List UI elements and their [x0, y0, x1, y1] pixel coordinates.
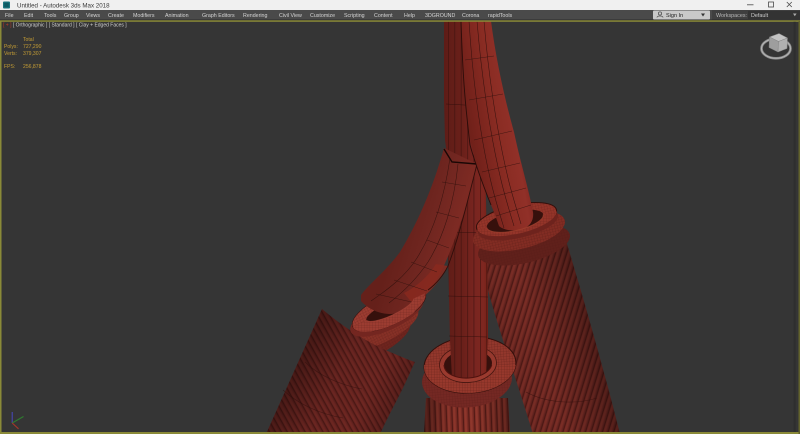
svg-text:Group: Group — [64, 13, 79, 19]
svg-text:Workspaces:: Workspaces: — [716, 13, 747, 19]
svg-text:Create: Create — [108, 13, 124, 19]
svg-text:Graph Editors: Graph Editors — [202, 13, 235, 19]
svg-text:Corona: Corona — [462, 13, 479, 19]
svg-text:Verts:: Verts: — [4, 51, 17, 57]
svg-text:379,307: 379,307 — [23, 51, 42, 57]
svg-text:Default: Default — [751, 13, 769, 19]
svg-text:Views: Views — [86, 13, 100, 19]
svg-text:Scripting: Scripting — [344, 13, 365, 19]
svg-text:Polys:: Polys: — [4, 44, 18, 50]
svg-text:Modifiers: Modifiers — [133, 13, 155, 19]
svg-text:Tools: Tools — [44, 13, 57, 19]
svg-text:Content: Content — [374, 13, 393, 19]
svg-text:[ + ] [ Orthographic ] [ Stand: [ + ] [ Orthographic ] [ Standard ] [ Cl… — [3, 23, 127, 29]
svg-text:Rendering: Rendering — [243, 13, 267, 19]
svg-text:FPS:: FPS: — [4, 64, 15, 70]
svg-text:Animation: Animation — [165, 13, 189, 19]
svg-text:Untitled - Autodesk 3ds Max 20: Untitled - Autodesk 3ds Max 2018 — [17, 3, 110, 10]
svg-text:Help: Help — [404, 13, 415, 19]
svg-text:Total: Total — [23, 37, 34, 43]
svg-text:Sign In: Sign In — [666, 13, 683, 19]
svg-text:727,290: 727,290 — [23, 44, 42, 50]
svg-text:Customize: Customize — [310, 13, 335, 19]
svg-text:Civil View: Civil View — [279, 13, 302, 19]
svg-text:Edit: Edit — [24, 13, 34, 19]
svg-text:256,878: 256,878 — [23, 64, 42, 70]
svg-text:3DGROUND: 3DGROUND — [425, 13, 455, 19]
svg-text:rapidTools: rapidTools — [488, 13, 512, 19]
svg-text:File: File — [5, 13, 14, 19]
